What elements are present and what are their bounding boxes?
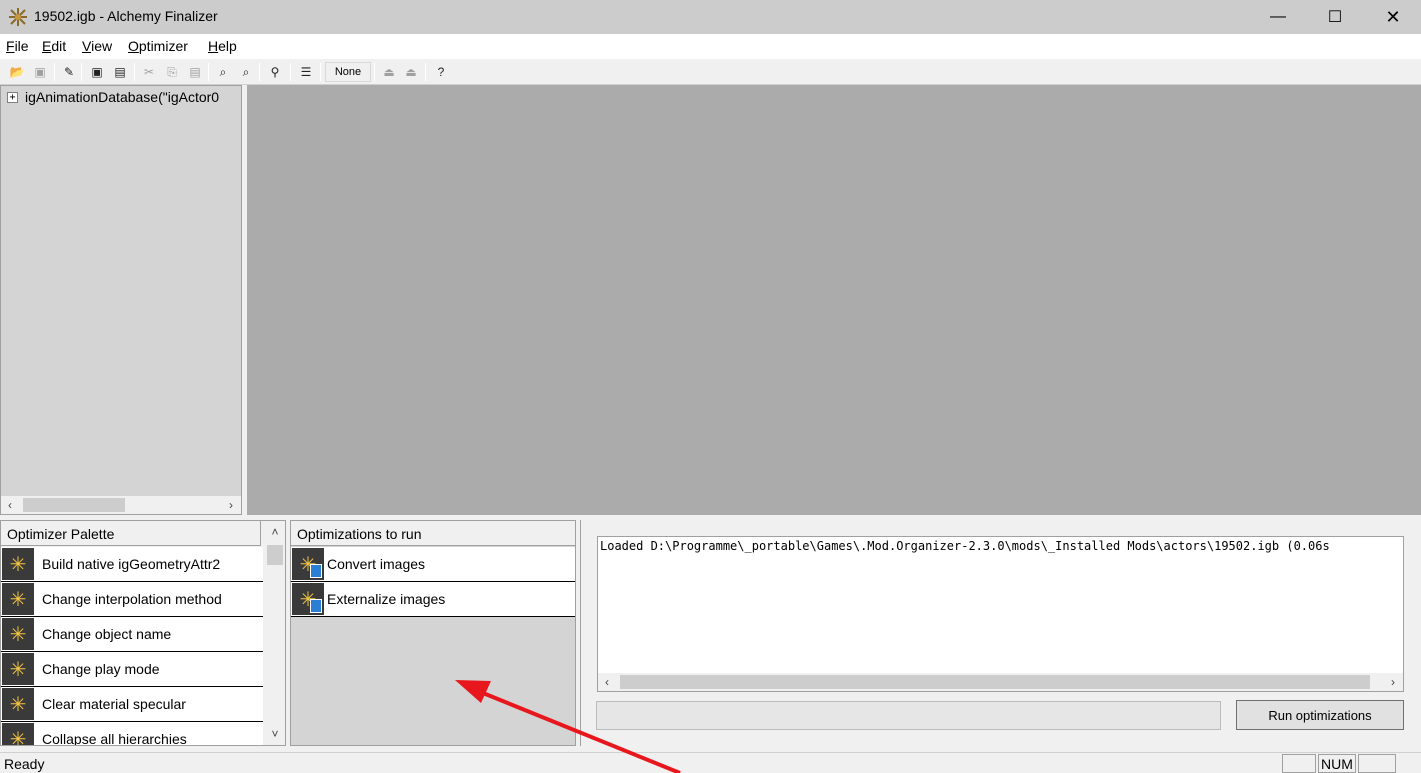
- image-optimizer-icon: ✳: [292, 548, 324, 580]
- find-icon[interactable]: ⌕: [212, 62, 234, 82]
- palette-list[interactable]: ✳ Build native igGeometryAttr2 ✳ Change …: [1, 547, 263, 745]
- toolbar-separator: [81, 63, 82, 81]
- list-item-label: Convert images: [327, 556, 426, 572]
- optimizer-icon: ✳: [2, 548, 34, 580]
- menu-bar: File Edit View Optimizer Help: [0, 34, 1421, 59]
- optimizer-icon: ✳: [2, 618, 34, 650]
- optimizer-palette: Optimizer Palette ✳ Build native igGeome…: [0, 520, 286, 746]
- list-item-label: Change play mode: [42, 661, 160, 677]
- scene-tree[interactable]: + igAnimationDatabase("igActor0 ‹ ›: [0, 85, 242, 515]
- toolbar-separator: [425, 63, 426, 81]
- list-item-label: Clear material specular: [42, 696, 186, 712]
- window-title: 19502.igb - Alchemy Finalizer: [34, 8, 218, 24]
- scroll-up-icon[interactable]: ˄: [266, 523, 284, 541]
- log-panel: Loaded D:\Programme\_portable\Games\.Mod…: [580, 520, 1421, 746]
- list-item[interactable]: ✳ Externalize images: [291, 582, 575, 617]
- viewport[interactable]: [247, 85, 1421, 515]
- optimizations-to-run[interactable]: Optimizations to run ✳ Convert images ✳ …: [290, 520, 576, 746]
- optimizer-icon: ✳: [2, 723, 34, 745]
- scroll-left-icon[interactable]: ‹: [1, 496, 19, 514]
- toolbar: 📂 ▣ ✎ ▣ ▤ ✂ ⎘ ▤ ⌕ ⌕ ⚲ ☰ None ⏏ ⏏ ?: [0, 59, 1421, 85]
- maximize-button[interactable]: ☐: [1306, 0, 1364, 34]
- app-icon: [8, 7, 28, 27]
- status-cell-num: NUM: [1318, 754, 1356, 773]
- title-bar: 19502.igb - Alchemy Finalizer — ☐ ✕: [0, 0, 1421, 34]
- scroll-right-icon[interactable]: ›: [1384, 673, 1402, 691]
- optimizations-header[interactable]: Optimizations to run: [291, 521, 575, 546]
- move-down-icon[interactable]: ⏏: [400, 62, 422, 82]
- tree-horizontal-scrollbar[interactable]: ‹ ›: [1, 496, 241, 514]
- help-icon[interactable]: ?: [430, 62, 452, 82]
- list-item-label: Externalize images: [327, 591, 446, 607]
- scrollbar-thumb[interactable]: [620, 675, 1370, 689]
- save-all-icon[interactable]: ▣: [86, 62, 108, 82]
- move-up-icon[interactable]: ⏏: [378, 62, 400, 82]
- optimizer-icon: ✳: [2, 688, 34, 720]
- list-item-label: Change interpolation method: [42, 591, 222, 607]
- list-item[interactable]: ✳ Change object name: [1, 617, 263, 652]
- status-cell-scroll: [1358, 754, 1396, 773]
- scrollbar-thumb[interactable]: [267, 545, 283, 565]
- scrollbar-thumb[interactable]: [23, 498, 125, 512]
- cut-icon[interactable]: ✂: [138, 62, 160, 82]
- open-icon[interactable]: 📂: [6, 62, 28, 82]
- toolbar-separator: [290, 63, 291, 81]
- scroll-left-icon[interactable]: ‹: [598, 673, 616, 691]
- progress-bar: [596, 701, 1221, 730]
- log-horizontal-scrollbar[interactable]: ‹ ›: [598, 673, 1403, 691]
- close-button[interactable]: ✕: [1364, 0, 1421, 34]
- menu-optimizer[interactable]: Optimizer: [128, 38, 188, 54]
- edit-icon[interactable]: ✎: [58, 62, 80, 82]
- log-output[interactable]: Loaded D:\Programme\_portable\Games\.Mod…: [597, 536, 1404, 692]
- list-icon[interactable]: ☰: [295, 62, 317, 82]
- menu-edit[interactable]: Edit: [42, 38, 66, 54]
- find-next-icon[interactable]: ⌕: [235, 62, 257, 82]
- status-text: Ready: [4, 756, 45, 772]
- toolbar-separator: [134, 63, 135, 81]
- list-item[interactable]: ✳ Change play mode: [1, 652, 263, 687]
- run-optimizations-button[interactable]: Run optimizations: [1236, 700, 1404, 730]
- image-optimizer-icon: ✳: [292, 583, 324, 615]
- list-item-label: Collapse all hierarchies: [42, 731, 187, 745]
- scroll-down-icon[interactable]: ˅: [266, 725, 284, 743]
- selection-dropdown[interactable]: None: [325, 62, 371, 82]
- list-item-label: Change object name: [42, 626, 172, 642]
- menu-help[interactable]: Help: [208, 38, 237, 54]
- minimize-button[interactable]: —: [1249, 0, 1307, 34]
- list-item-label: Build native igGeometryAttr2: [42, 556, 221, 572]
- list-item[interactable]: ✳ Convert images: [291, 547, 575, 582]
- list-item[interactable]: ✳ Collapse all hierarchies: [1, 722, 263, 745]
- copy-icon[interactable]: ⎘: [161, 62, 183, 82]
- optimizer-icon: ✳: [2, 583, 34, 615]
- list-item[interactable]: ✳ Clear material specular: [1, 687, 263, 722]
- list-item[interactable]: ✳ Change interpolation method: [1, 582, 263, 617]
- toolbar-separator: [54, 63, 55, 81]
- menu-view[interactable]: View: [82, 38, 112, 54]
- log-text: Loaded D:\Programme\_portable\Games\.Mod…: [600, 539, 1330, 553]
- optimizations-list[interactable]: ✳ Convert images ✳ Externalize images: [291, 547, 575, 617]
- properties-icon[interactable]: ▤: [109, 62, 131, 82]
- scroll-right-icon[interactable]: ›: [222, 496, 240, 514]
- menu-file[interactable]: File: [6, 38, 29, 54]
- expand-icon[interactable]: +: [7, 92, 18, 103]
- paste-icon[interactable]: ▤: [184, 62, 206, 82]
- list-item[interactable]: ✳ Build native igGeometryAttr2: [1, 547, 263, 582]
- link-icon[interactable]: ⚲: [264, 62, 286, 82]
- save-icon[interactable]: ▣: [29, 62, 51, 82]
- toolbar-separator: [208, 63, 209, 81]
- tree-node[interactable]: igAnimationDatabase("igActor0: [25, 89, 241, 105]
- status-bar: Ready NUM: [0, 752, 1421, 773]
- toolbar-separator: [320, 63, 321, 81]
- status-cell-caps: [1282, 754, 1316, 773]
- toolbar-separator: [374, 63, 375, 81]
- optimizer-icon: ✳: [2, 653, 34, 685]
- palette-header[interactable]: Optimizer Palette: [1, 521, 261, 546]
- toolbar-separator: [259, 63, 260, 81]
- palette-vertical-scrollbar[interactable]: ˄ ˅: [265, 521, 285, 745]
